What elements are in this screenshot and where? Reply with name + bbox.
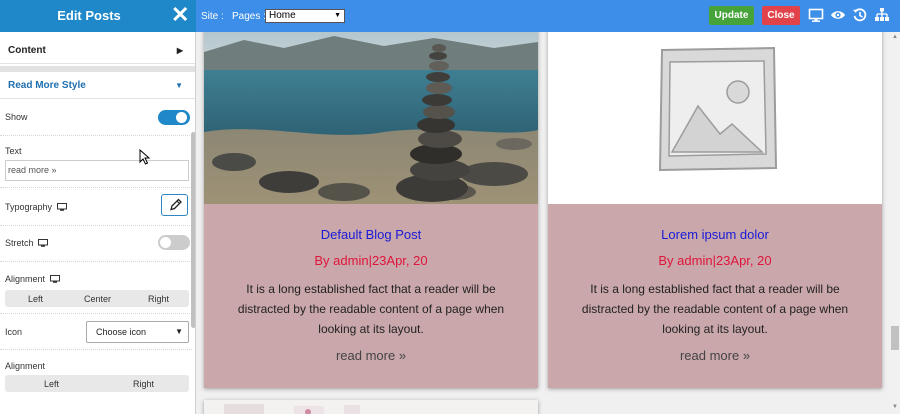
content-section-header[interactable]: Content ▶: [0, 38, 195, 64]
desktop-icon[interactable]: [808, 7, 824, 23]
toggle-knob: [176, 112, 187, 123]
post-image-placeholder[interactable]: [548, 32, 882, 204]
align-center-option[interactable]: Center: [84, 294, 111, 304]
icon-alignment-segmented-control: Left Right: [5, 375, 189, 392]
post-card: Lorem ipsum dolor By admin|23Apr, 20 It …: [548, 32, 882, 388]
post-excerpt: It is a long established fact that a rea…: [581, 282, 849, 336]
icon-select[interactable]: Choose icon ▼: [86, 321, 189, 343]
stone-cairn-image: [204, 32, 538, 204]
canvas-scrollbar[interactable]: ▲ ▼: [890, 32, 900, 414]
post-image[interactable]: [204, 32, 538, 204]
alignment-label: Alignment: [5, 274, 60, 284]
read-more-style-section-header[interactable]: Read More Style ▼: [0, 73, 195, 99]
history-icon[interactable]: [852, 7, 868, 23]
site-label: Site :: [201, 11, 224, 22]
read-more-style-label: Read More Style: [8, 80, 86, 91]
typography-label-text: Typography: [5, 202, 53, 212]
scrollbar-thumb[interactable]: [891, 326, 899, 350]
eye-icon[interactable]: [830, 7, 846, 23]
post-meta: By admin|23Apr, 20: [658, 253, 772, 268]
post-title[interactable]: Default Blog Post: [204, 227, 538, 242]
scroll-up-icon[interactable]: ▲: [892, 34, 898, 40]
text-label: Text: [5, 146, 22, 156]
edit-typography-button[interactable]: [161, 194, 188, 216]
post-card: Default Blog Post By admin|23Apr, 20 It …: [204, 32, 538, 388]
post-excerpt: It is a long established fact that a rea…: [237, 282, 505, 336]
pencil-icon: [170, 198, 182, 211]
mouse-cursor-icon: [139, 149, 151, 165]
image-placeholder-icon: [658, 46, 778, 172]
post-image-partial: [204, 400, 538, 414]
show-row: Show: [0, 100, 192, 136]
pages-select-value: Home: [269, 10, 296, 21]
typography-label: Typography: [5, 202, 67, 212]
alignment-label-text: Alignment: [5, 274, 46, 284]
desktop-icon: [49, 275, 60, 283]
editor-root: Edit Posts ✕ Site : Pages : Home ▼ Updat…: [0, 0, 900, 414]
update-button[interactable]: Update: [709, 6, 754, 25]
stretch-row: Stretch: [0, 226, 192, 262]
icon-label: Icon: [5, 327, 23, 337]
align-left-option[interactable]: Left: [28, 294, 43, 304]
panel-header: Edit Posts ✕: [0, 0, 196, 32]
read-more-link[interactable]: read more »: [204, 348, 538, 363]
toggle-knob: [160, 237, 171, 248]
post-meta: By admin|23Apr, 20: [314, 253, 428, 268]
chevron-down-icon: ▼: [175, 327, 183, 336]
post-card-partial: [204, 400, 538, 414]
settings-panel: Content ▶ Read More Style ▼ Show Text re…: [0, 32, 196, 414]
icon-align-left-option[interactable]: Left: [44, 379, 59, 389]
top-toolbar: Edit Posts ✕ Site : Pages : Home ▼ Updat…: [0, 0, 900, 32]
chevron-down-icon: ▼: [334, 12, 341, 19]
desktop-icon: [56, 203, 67, 211]
section-divider: [0, 66, 195, 72]
icon-align-right-option[interactable]: Right: [133, 379, 154, 389]
pages-select[interactable]: Home ▼: [265, 9, 345, 23]
chevron-right-icon: ▶: [176, 46, 183, 55]
read-more-text-input[interactable]: read more »: [5, 160, 189, 181]
pages-label: Pages :: [232, 11, 266, 22]
icon-select-value: Choose icon: [96, 327, 147, 337]
close-button[interactable]: Close: [762, 6, 800, 25]
page-canvas: Default Blog Post By admin|23Apr, 20 It …: [196, 32, 890, 414]
scroll-down-icon[interactable]: ▼: [892, 404, 898, 410]
post-title[interactable]: Lorem ipsum dolor: [548, 227, 882, 242]
stretch-toggle[interactable]: [158, 235, 190, 250]
show-label: Show: [5, 112, 28, 122]
panel-title: Edit Posts: [57, 8, 121, 23]
icon-alignment-label: Alignment: [5, 361, 46, 371]
stretch-label-text: Stretch: [5, 238, 34, 248]
chevron-down-icon: ▼: [175, 81, 183, 90]
sitemap-icon[interactable]: [874, 7, 890, 23]
stretch-label: Stretch: [5, 238, 49, 248]
read-more-link[interactable]: read more »: [548, 348, 882, 363]
desktop-icon: [38, 239, 49, 247]
content-section-label: Content: [8, 45, 46, 56]
close-panel-icon[interactable]: ✕: [171, 3, 189, 27]
show-toggle[interactable]: [158, 110, 190, 125]
alignment-segmented-control: Left Center Right: [5, 290, 189, 307]
align-right-option[interactable]: Right: [148, 294, 169, 304]
